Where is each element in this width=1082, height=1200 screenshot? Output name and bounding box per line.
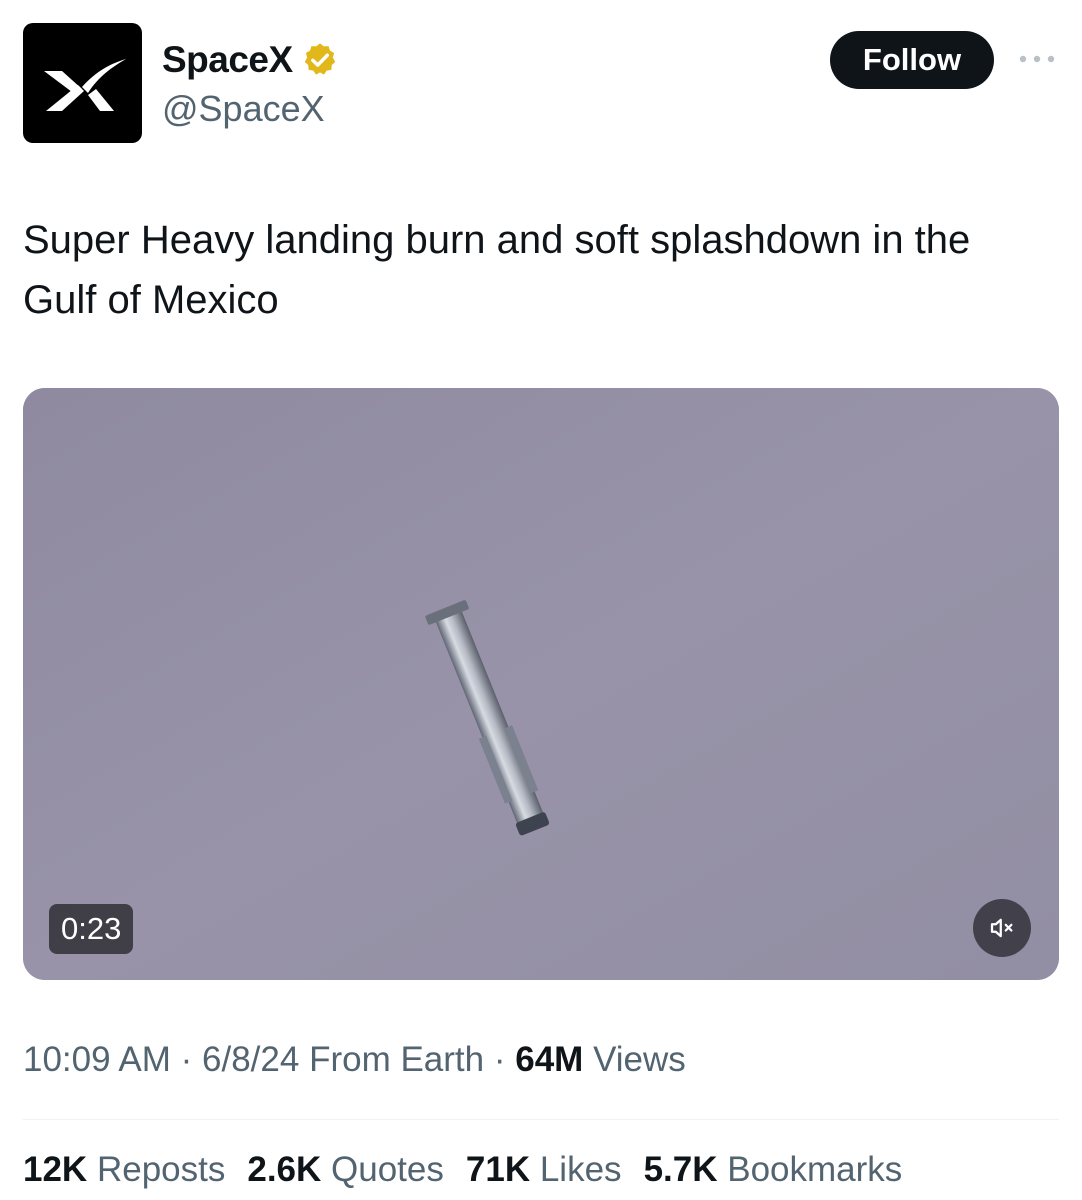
tweet-source: From Earth xyxy=(309,1040,485,1079)
meta-separator: · xyxy=(180,1040,193,1079)
spacex-x-logo-icon xyxy=(43,59,126,111)
avatar[interactable] xyxy=(23,23,142,143)
reposts-label: Reposts xyxy=(96,1150,226,1189)
unmute-button[interactable] xyxy=(973,899,1031,957)
more-options-icon xyxy=(1019,55,1055,63)
meta-separator: · xyxy=(493,1040,506,1079)
tweet-date[interactable]: 6/8/24 xyxy=(202,1040,299,1079)
quotes-count: 2.6K xyxy=(247,1150,322,1189)
video-frame xyxy=(23,388,1059,980)
views-count: 64M xyxy=(515,1040,584,1079)
quotes-stat[interactable]: 2.6K Quotes xyxy=(247,1150,444,1190)
author-handle[interactable]: @SpaceX xyxy=(162,88,325,130)
likes-count: 71K xyxy=(465,1150,531,1189)
tweet-text: Super Heavy landing burn and soft splash… xyxy=(23,218,971,322)
tweet-meta: 10:09 AM · 6/8/24 From Earth · 64M Views xyxy=(23,1040,686,1080)
more-options-button[interactable] xyxy=(1016,44,1058,74)
views-label: Views xyxy=(593,1040,686,1079)
likes-label: Likes xyxy=(539,1150,622,1189)
author-name-row[interactable]: SpaceX xyxy=(162,36,339,84)
tweet-time[interactable]: 10:09 AM xyxy=(23,1040,171,1079)
verified-badge-icon xyxy=(304,43,335,75)
likes-stat[interactable]: 71K Likes xyxy=(466,1150,622,1190)
engagement-stats: 12K Reposts 2.6K Quotes 71K Likes 5.7K B… xyxy=(23,1150,902,1190)
divider xyxy=(23,1119,1059,1120)
bookmarks-label: Bookmarks xyxy=(727,1150,903,1189)
reposts-count: 12K xyxy=(23,1150,88,1189)
video-player[interactable]: 0:23 xyxy=(23,388,1059,980)
quotes-label: Quotes xyxy=(331,1150,444,1189)
bookmarks-count: 5.7K xyxy=(643,1150,718,1189)
bookmarks-stat[interactable]: 5.7K Bookmarks xyxy=(644,1150,903,1190)
speaker-muted-icon xyxy=(990,918,1013,938)
follow-button[interactable]: Follow xyxy=(830,31,994,89)
author-display-name[interactable]: SpaceX xyxy=(162,39,293,81)
reposts-stat[interactable]: 12K Reposts xyxy=(23,1150,225,1190)
video-duration-badge: 0:23 xyxy=(49,904,134,954)
